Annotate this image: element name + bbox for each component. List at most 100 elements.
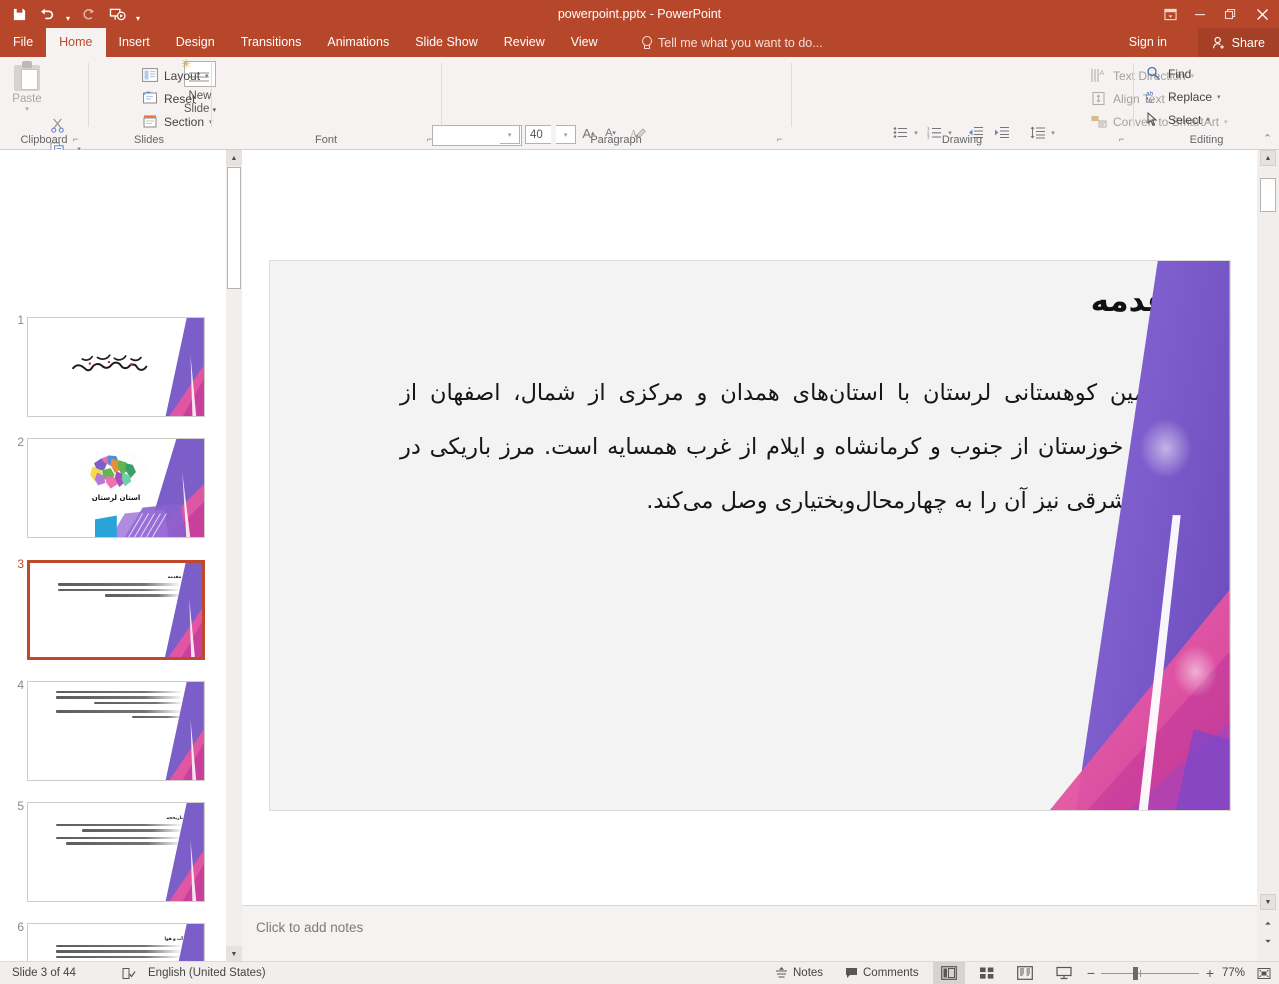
slide-counter: Slide 3 of 44: [12, 967, 76, 979]
reading-view-icon: [1017, 966, 1033, 980]
select-button[interactable]: Select ▾: [1142, 109, 1214, 131]
tab-design[interactable]: Design: [163, 28, 228, 57]
svg-text:ac: ac: [1147, 98, 1155, 104]
select-label: Select: [1168, 113, 1202, 127]
paragraph-dialog-launcher[interactable]: ⌐: [774, 134, 785, 145]
close-icon[interactable]: [1245, 0, 1279, 28]
slide-decoration: [137, 924, 204, 962]
tab-file[interactable]: File: [0, 28, 46, 57]
slide-decoration: [137, 563, 202, 657]
notes-icon: [776, 967, 787, 978]
group-label-paragraph: Paragraph: [590, 134, 642, 146]
slide-thumbnail-2[interactable]: استان لرستان: [27, 438, 205, 538]
tell-me-search[interactable]: Tell me what you want to do...: [640, 28, 823, 57]
reset-button[interactable]: Reset: [138, 88, 199, 110]
comments-toggle-button[interactable]: Comments: [845, 962, 919, 984]
tab-home[interactable]: Home: [46, 28, 106, 57]
zoom-slider-handle[interactable]: [1133, 967, 1138, 980]
slide-thumbnail-6[interactable]: آب و هوا: [27, 923, 205, 962]
slide-thumbnail-4[interactable]: [27, 681, 205, 781]
notes-placeholder[interactable]: Click to add notes: [256, 920, 363, 935]
current-slide[interactable]: مقدمه سرزمین کوهستانی لرستان با استان‌ها…: [269, 260, 1231, 811]
tab-insert[interactable]: Insert: [106, 28, 163, 57]
minimize-icon[interactable]: [1185, 0, 1215, 28]
decoration-graphic: [165, 318, 204, 416]
comment-icon: [846, 968, 857, 978]
section-icon: [142, 114, 159, 130]
tab-animations[interactable]: Animations: [314, 28, 402, 57]
ribbon-display-options-icon[interactable]: [1155, 0, 1185, 28]
previous-slide-button[interactable]: ⏶: [1262, 918, 1274, 930]
scroll-up-button[interactable]: ▲: [1260, 150, 1276, 166]
thumbnail-number: 5: [17, 799, 24, 813]
font-dialog-launcher[interactable]: ⌐: [424, 134, 435, 145]
group-label-font: Font: [314, 134, 337, 146]
slide-thumbnail-5[interactable]: تاریخچه: [27, 802, 205, 902]
collapse-ribbon-button[interactable]: ⌃: [1262, 134, 1273, 145]
clipboard-dialog-launcher[interactable]: ⌐: [70, 134, 81, 145]
slide-thumbnail-pane[interactable]: 1 2 استان لرستان 3 مقدمه 4 5 تاریخچه 6 آ…: [0, 150, 226, 962]
normal-view-icon: [941, 966, 957, 980]
group-editing: Find ab ac Replace ▾ Select ▾ Editing ⌃: [1134, 57, 1279, 149]
notes-pane[interactable]: Click to add notes: [242, 905, 1257, 962]
layout-button[interactable]: Layout ▾: [138, 65, 213, 87]
zoom-slider-track[interactable]: [1101, 973, 1199, 974]
slide-decoration: [137, 682, 204, 780]
decoration-graphic: [165, 803, 204, 901]
paste-caret-icon[interactable]: ▾: [25, 105, 29, 113]
slide-area-scrollbar[interactable]: ▲ ▼ ⏶ ⏷: [1257, 150, 1279, 962]
thumbnail-number: 4: [17, 678, 24, 692]
notes-toggle-button[interactable]: Notes: [775, 962, 823, 984]
tell-me-label: Tell me what you want to do...: [658, 35, 823, 50]
tab-slide-show[interactable]: Slide Show: [402, 28, 491, 57]
notes-label: Notes: [793, 967, 824, 979]
group-paragraph: ▾ 123 ▾ ▾ A Text Direction ▾ Align Text …: [442, 57, 1228, 173]
reading-view-button[interactable]: [1009, 962, 1041, 984]
cut-button[interactable]: [46, 115, 68, 135]
slide-show-view-button[interactable]: [1048, 962, 1080, 984]
zoom-out-button[interactable]: −: [1083, 962, 1099, 984]
find-button[interactable]: Find: [1142, 63, 1195, 85]
paste-button[interactable]: Paste ▾: [6, 61, 48, 127]
tab-transitions[interactable]: Transitions: [228, 28, 315, 57]
spell-check-icon[interactable]: [118, 962, 140, 984]
zoom-slider-tick: [1140, 970, 1141, 977]
group-slides: ✳ New Slide ▾ Layout ▾ Reset Section Sli…: [89, 57, 216, 149]
section-button[interactable]: Section ▾: [138, 111, 217, 133]
share-button[interactable]: Share: [1197, 28, 1279, 57]
fit-slide-to-window-button[interactable]: [1255, 962, 1273, 984]
spellcheck-glyph: [122, 967, 136, 979]
tab-review[interactable]: Review: [491, 28, 558, 57]
share-label: Share: [1231, 35, 1265, 50]
slide-thumbnail-1[interactable]: [27, 317, 205, 417]
tab-view[interactable]: View: [558, 28, 611, 57]
sign-in-button[interactable]: Sign in: [1129, 28, 1167, 57]
share-person-icon: [1212, 36, 1224, 49]
scissors-icon: [50, 118, 64, 133]
layout-icon: [142, 68, 159, 84]
restore-glyph: [1224, 8, 1236, 20]
group-clipboard: Paste ▾ ▾: [0, 57, 88, 178]
scroll-down-button[interactable]: ▼: [1260, 894, 1276, 910]
thumbnail-scroll-up-button[interactable]: ▲: [226, 150, 242, 166]
drawing-dialog-launcher[interactable]: ⌐: [1116, 134, 1127, 145]
status-bar: Slide 3 of 44 English (United States) No…: [0, 961, 1279, 984]
group-font: ▾ 40 ▾ A▴ A▾ A B I U S abc AV ↔ ▾ Aa ▾ A: [212, 57, 649, 174]
group-label-editing: Editing: [1189, 134, 1224, 146]
slide-editing-area[interactable]: مقدمه سرزمین کوهستانی لرستان با استان‌ها…: [242, 150, 1257, 962]
normal-view-button[interactable]: [933, 962, 965, 984]
zoom-in-button[interactable]: +: [1202, 962, 1218, 984]
slide-sorter-view-button[interactable]: [971, 962, 1003, 984]
next-slide-button[interactable]: ⏷: [1262, 936, 1274, 948]
thumbnail-scroll-down-button[interactable]: ▼: [226, 946, 242, 962]
replace-button[interactable]: ab ac Replace ▾: [1142, 86, 1225, 108]
thumbnail-pane-scrollbar[interactable]: ▲ ▼: [226, 150, 243, 962]
language-indicator[interactable]: English (United States): [148, 962, 266, 984]
thumbnail-scroll-thumb[interactable]: [227, 167, 241, 289]
restore-icon[interactable]: [1215, 0, 1245, 28]
slide-thumbnail-3[interactable]: مقدمه: [27, 560, 205, 660]
zoom-percentage[interactable]: 77%: [1222, 962, 1245, 984]
ribbon-tab-bar: File Home Insert Design Transitions Anim…: [0, 28, 1279, 57]
scroll-thumb[interactable]: [1260, 178, 1276, 212]
decoration-graphic: [1050, 261, 1230, 810]
